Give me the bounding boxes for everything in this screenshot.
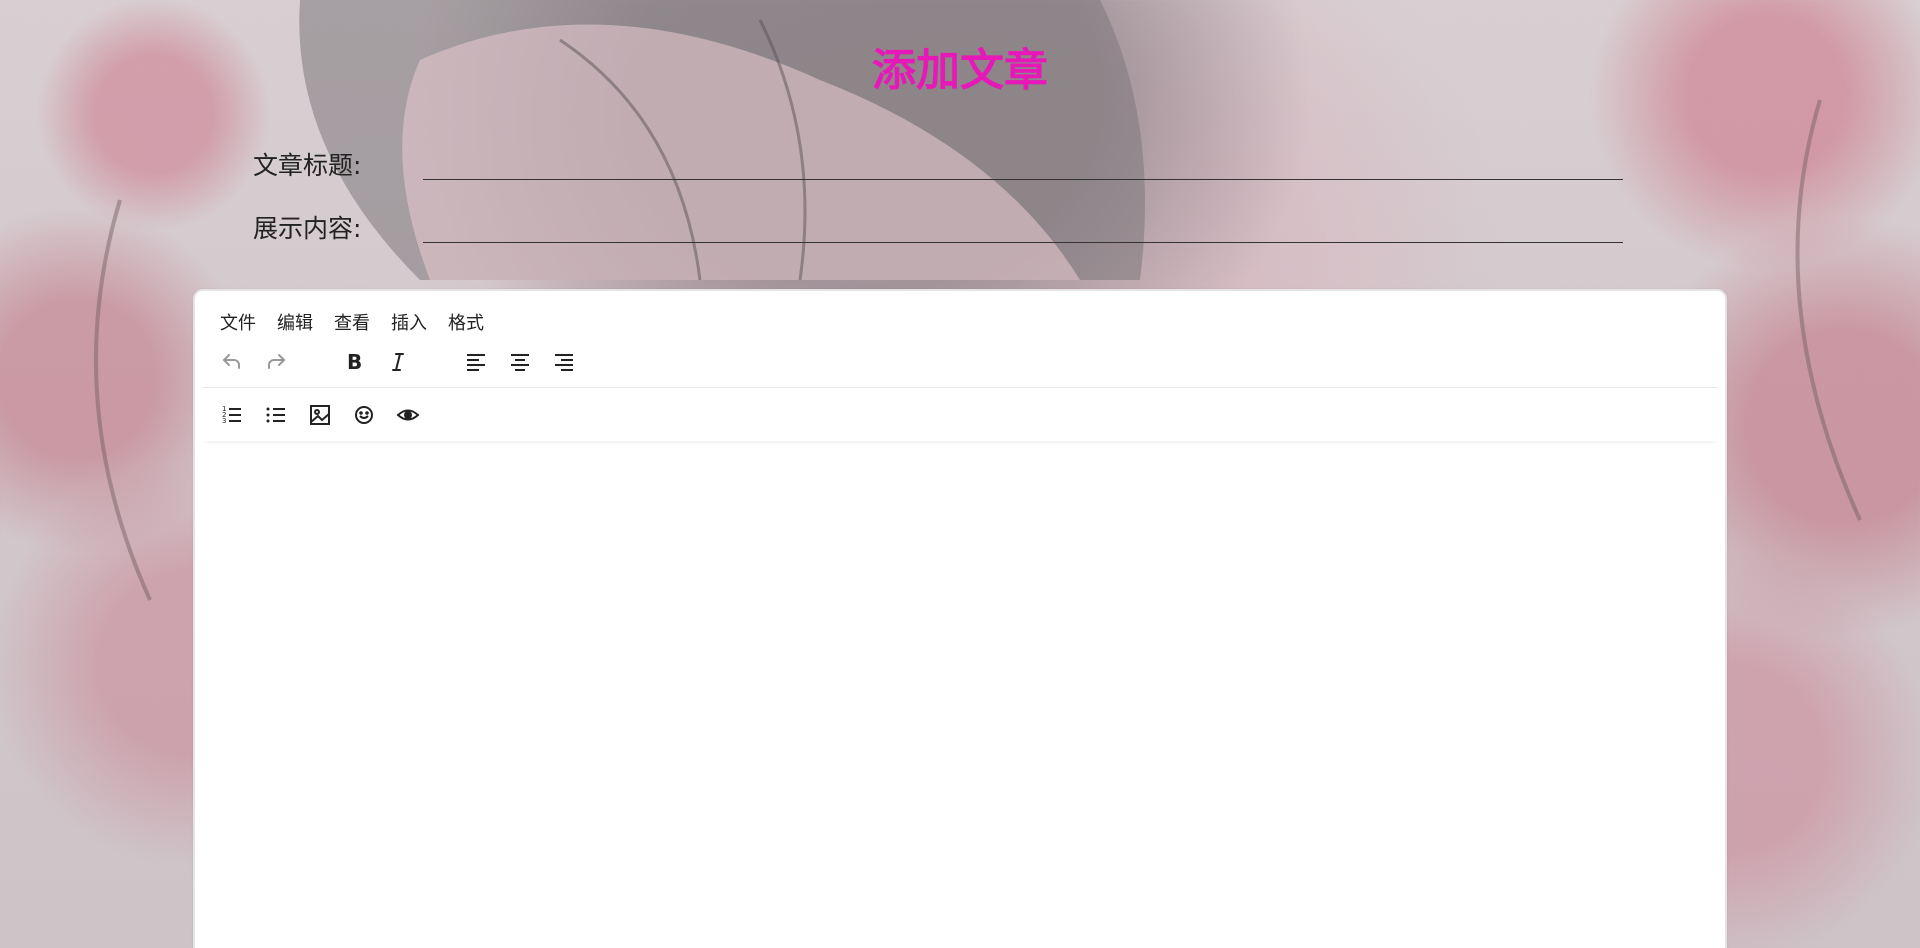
svg-text:3: 3 [222,417,226,425]
menu-insert[interactable]: 插入 [391,309,427,337]
bold-icon: B [347,350,362,374]
article-title-label: 文章标题: [253,151,362,180]
display-content-input[interactable] [423,203,1623,243]
editor-content-area[interactable] [203,451,1717,948]
preview-icon [396,409,420,420]
display-content-row: 展示内容: [253,203,1623,243]
menu-file[interactable]: 文件 [220,309,256,337]
align-center-button[interactable] [505,347,535,377]
undo-button[interactable] [217,347,247,377]
numbered-list-button[interactable]: 123 [217,400,247,430]
redo-button[interactable] [261,347,291,377]
editor-toolbar-primary: B [195,337,1725,387]
image-icon [310,404,330,425]
insert-image-button[interactable] [305,400,335,430]
page-title: 添加文章 [872,45,1048,96]
align-left-icon [467,354,485,371]
italic-button[interactable] [383,347,413,377]
align-right-icon [555,354,573,371]
article-title-row: 文章标题: [253,140,1623,180]
editor-menubar: 文件 编辑 查看 插入 格式 [195,291,1725,337]
italic-icon [392,353,404,371]
display-content-label: 展示内容: [253,214,362,243]
article-title-input[interactable] [423,140,1623,180]
preview-button[interactable] [393,400,423,430]
menu-edit[interactable]: 编辑 [277,309,313,337]
align-right-button[interactable] [549,347,579,377]
redo-icon [268,354,286,369]
bold-button[interactable]: B [339,347,369,377]
menu-view[interactable]: 查看 [334,309,370,337]
align-left-button[interactable] [461,347,491,377]
bullet-list-button[interactable] [261,400,291,430]
align-center-icon [511,354,529,371]
menu-format[interactable]: 格式 [448,309,484,337]
emoji-icon [355,405,373,424]
editor-toolbar-secondary: 123 [203,387,1717,441]
svg-text:B: B [347,350,362,374]
numbered-list-icon: 123 [222,405,241,425]
bullet-list-icon [266,407,285,422]
emoji-button[interactable] [349,400,379,430]
rich-text-editor: 文件 编辑 查看 插入 格式 B 123 [193,289,1727,948]
undo-icon [222,354,240,369]
